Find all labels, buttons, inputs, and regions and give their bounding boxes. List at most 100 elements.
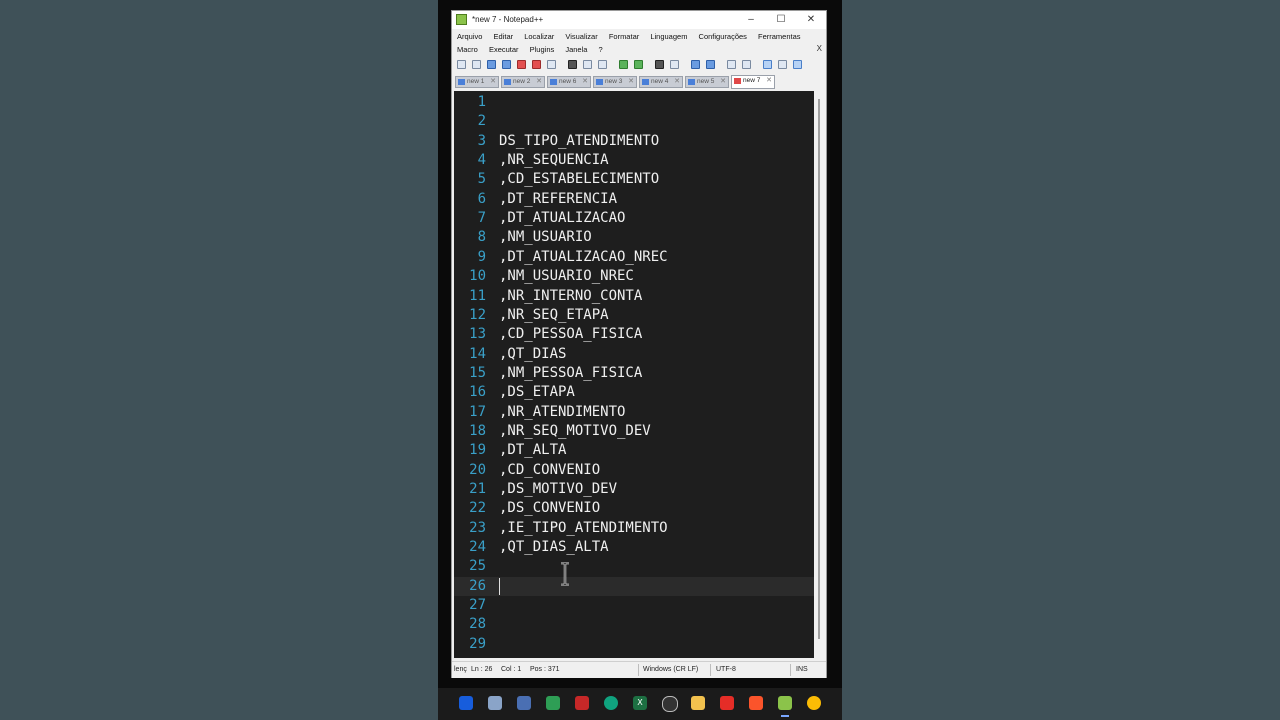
close-all-icon[interactable]	[532, 60, 541, 69]
tab-close-icon[interactable]: ✕	[582, 77, 588, 87]
editor-line[interactable]: 3 DS_TIPO_ATENDIMENTO	[454, 132, 814, 151]
menu-plugins[interactable]: Plugins	[530, 45, 555, 54]
chrome-icon[interactable]	[807, 696, 821, 710]
editor-line[interactable]: 20 ,CD_CONVENIO	[454, 461, 814, 480]
folder-icon[interactable]	[691, 696, 705, 710]
undo-icon[interactable]	[619, 60, 628, 69]
editor-line[interactable]: 13 ,CD_PESSOA_FISICA	[454, 325, 814, 344]
editor-line[interactable]: 16 ,DS_ETAPA	[454, 383, 814, 402]
zoom-out-icon[interactable]	[706, 60, 715, 69]
editor-line[interactable]: 4 ,NR_SEQUENCIA	[454, 151, 814, 170]
editor-line[interactable]: 7 ,DT_ATUALIZACAO	[454, 209, 814, 228]
bitwarden-icon[interactable]	[459, 696, 473, 710]
editor-line[interactable]: 26	[454, 576, 814, 597]
chatgpt-icon[interactable]	[604, 696, 618, 710]
redo-icon[interactable]	[634, 60, 643, 69]
menu-executar[interactable]: Executar	[489, 45, 519, 54]
cut-icon[interactable]	[568, 60, 577, 69]
tab-new-7[interactable]: new 7 ✕	[731, 75, 775, 89]
tab-close-icon[interactable]: ✕	[628, 77, 634, 87]
menu-editar[interactable]: Editar	[494, 32, 514, 41]
editor-line[interactable]: 15 ,NM_PESSOA_FISICA	[454, 364, 814, 383]
minimize-button[interactable]: –	[736, 11, 766, 29]
tab-close-icon[interactable]: ✕	[490, 77, 496, 87]
virtualbox-icon[interactable]	[517, 696, 531, 710]
print-icon[interactable]	[547, 60, 556, 69]
menu-linguagem[interactable]: Linguagem	[650, 32, 687, 41]
menu-visualizar[interactable]: Visualizar	[565, 32, 597, 41]
editor-line[interactable]: 12 ,NR_SEQ_ETAPA	[454, 306, 814, 325]
github-icon[interactable]	[662, 696, 678, 712]
replace-icon[interactable]	[670, 60, 679, 69]
tab-new-6[interactable]: new 6 ✕	[547, 76, 591, 88]
editor-line[interactable]: 2	[454, 112, 814, 131]
save-all-icon[interactable]	[502, 60, 511, 69]
editor-line[interactable]: 6 ,DT_REFERENCIA	[454, 190, 814, 209]
editor-line[interactable]: 1	[454, 93, 814, 112]
find-icon[interactable]	[655, 60, 664, 69]
menu-configuracoes[interactable]: Configurações	[699, 32, 747, 41]
copy-icon[interactable]	[583, 60, 592, 69]
tab-bar: new 1 ✕ new 2 ✕ new 6 ✕ new 3 ✕ new 4 ✕ …	[452, 75, 826, 89]
menu-arquivo[interactable]: Arquivo	[457, 32, 482, 41]
menu-formatar[interactable]: Formatar	[609, 32, 639, 41]
editor-line[interactable]: 28	[454, 615, 814, 634]
sheets-icon[interactable]	[546, 696, 560, 710]
editor-line[interactable]: 23 ,IE_TIPO_ATENDIMENTO	[454, 519, 814, 538]
editor-line[interactable]: 25	[454, 557, 814, 576]
menu-macro[interactable]: Macro	[457, 45, 478, 54]
tab-new-3[interactable]: new 3 ✕	[593, 76, 637, 88]
line-text: ,DT_ALTA	[499, 442, 567, 459]
editor-line[interactable]: 19 ,DT_ALTA	[454, 441, 814, 460]
open-file-icon[interactable]	[472, 60, 481, 69]
tab-new-5[interactable]: new 5 ✕	[685, 76, 729, 88]
editor-line[interactable]: 14 ,QT_DIAS	[454, 345, 814, 364]
editor-line[interactable]: 8 ,NM_USUARIO	[454, 228, 814, 247]
editor-line[interactable]: 10 ,NM_USUARIO_NREC	[454, 267, 814, 286]
editor-line[interactable]: 21 ,DS_MOTIVO_DEV	[454, 480, 814, 499]
close-button[interactable]: ✕	[796, 11, 826, 29]
brave-icon[interactable]	[749, 696, 763, 710]
tab-new-2[interactable]: new 2 ✕	[501, 76, 545, 88]
word-wrap-icon[interactable]	[763, 60, 772, 69]
close-document-button[interactable]: X	[817, 44, 822, 53]
tab-close-icon[interactable]: ✕	[766, 76, 772, 86]
mail-icon[interactable]	[488, 696, 502, 710]
maximize-button[interactable]: ☐	[766, 11, 796, 29]
editor-line[interactable]: 9 ,DT_ATUALIZACAO_NREC	[454, 248, 814, 267]
tab-new-4[interactable]: new 4 ✕	[639, 76, 683, 88]
menu-localizar[interactable]: Localizar	[524, 32, 554, 41]
menu-janela[interactable]: Janela	[565, 45, 587, 54]
editor-line[interactable]: 24 ,QT_DIAS_ALTA	[454, 538, 814, 557]
indent-guide-icon[interactable]	[793, 60, 802, 69]
menu-help[interactable]: ?	[599, 45, 603, 54]
editor-line[interactable]: 27	[454, 596, 814, 615]
editor-line[interactable]: 5 ,CD_ESTABELECIMENTO	[454, 170, 814, 189]
editor-line[interactable]: 11 ,NR_INTERNO_CONTA	[454, 287, 814, 306]
editor-line[interactable]: 29	[454, 635, 814, 654]
scrollbar-thumb[interactable]	[818, 99, 820, 639]
youtube-icon[interactable]	[720, 696, 734, 710]
excel-icon[interactable]: X	[633, 696, 647, 710]
tab-close-icon[interactable]: ✕	[720, 77, 726, 87]
show-all-characters-icon[interactable]	[778, 60, 787, 69]
tab-close-icon[interactable]: ✕	[674, 77, 680, 87]
paste-icon[interactable]	[598, 60, 607, 69]
new-file-icon[interactable]	[457, 60, 466, 69]
editor-line[interactable]: 18 ,NR_SEQ_MOTIVO_DEV	[454, 422, 814, 441]
sync-horizontal-icon[interactable]	[742, 60, 751, 69]
tab-close-icon[interactable]: ✕	[536, 77, 542, 87]
filezilla-icon[interactable]	[575, 696, 589, 710]
zoom-in-icon[interactable]	[691, 60, 700, 69]
menu-ferramentas[interactable]: Ferramentas	[758, 32, 801, 41]
line-number: 12	[469, 306, 486, 323]
editor-line[interactable]: 22 ,DS_CONVENIO	[454, 499, 814, 518]
editor-line[interactable]: 17 ,NR_ATENDIMENTO	[454, 403, 814, 422]
vertical-scrollbar[interactable]	[814, 91, 826, 658]
notepadpp-icon[interactable]	[778, 696, 792, 717]
tab-new-1[interactable]: new 1 ✕	[455, 76, 499, 88]
close-file-icon[interactable]	[517, 60, 526, 69]
sync-vertical-icon[interactable]	[727, 60, 736, 69]
text-editor[interactable]: 1 2 3 DS_TIPO_ATENDIMENTO 4 ,NR_SEQUENCIA 5 ,CD…	[454, 91, 814, 658]
save-icon[interactable]	[487, 60, 496, 69]
